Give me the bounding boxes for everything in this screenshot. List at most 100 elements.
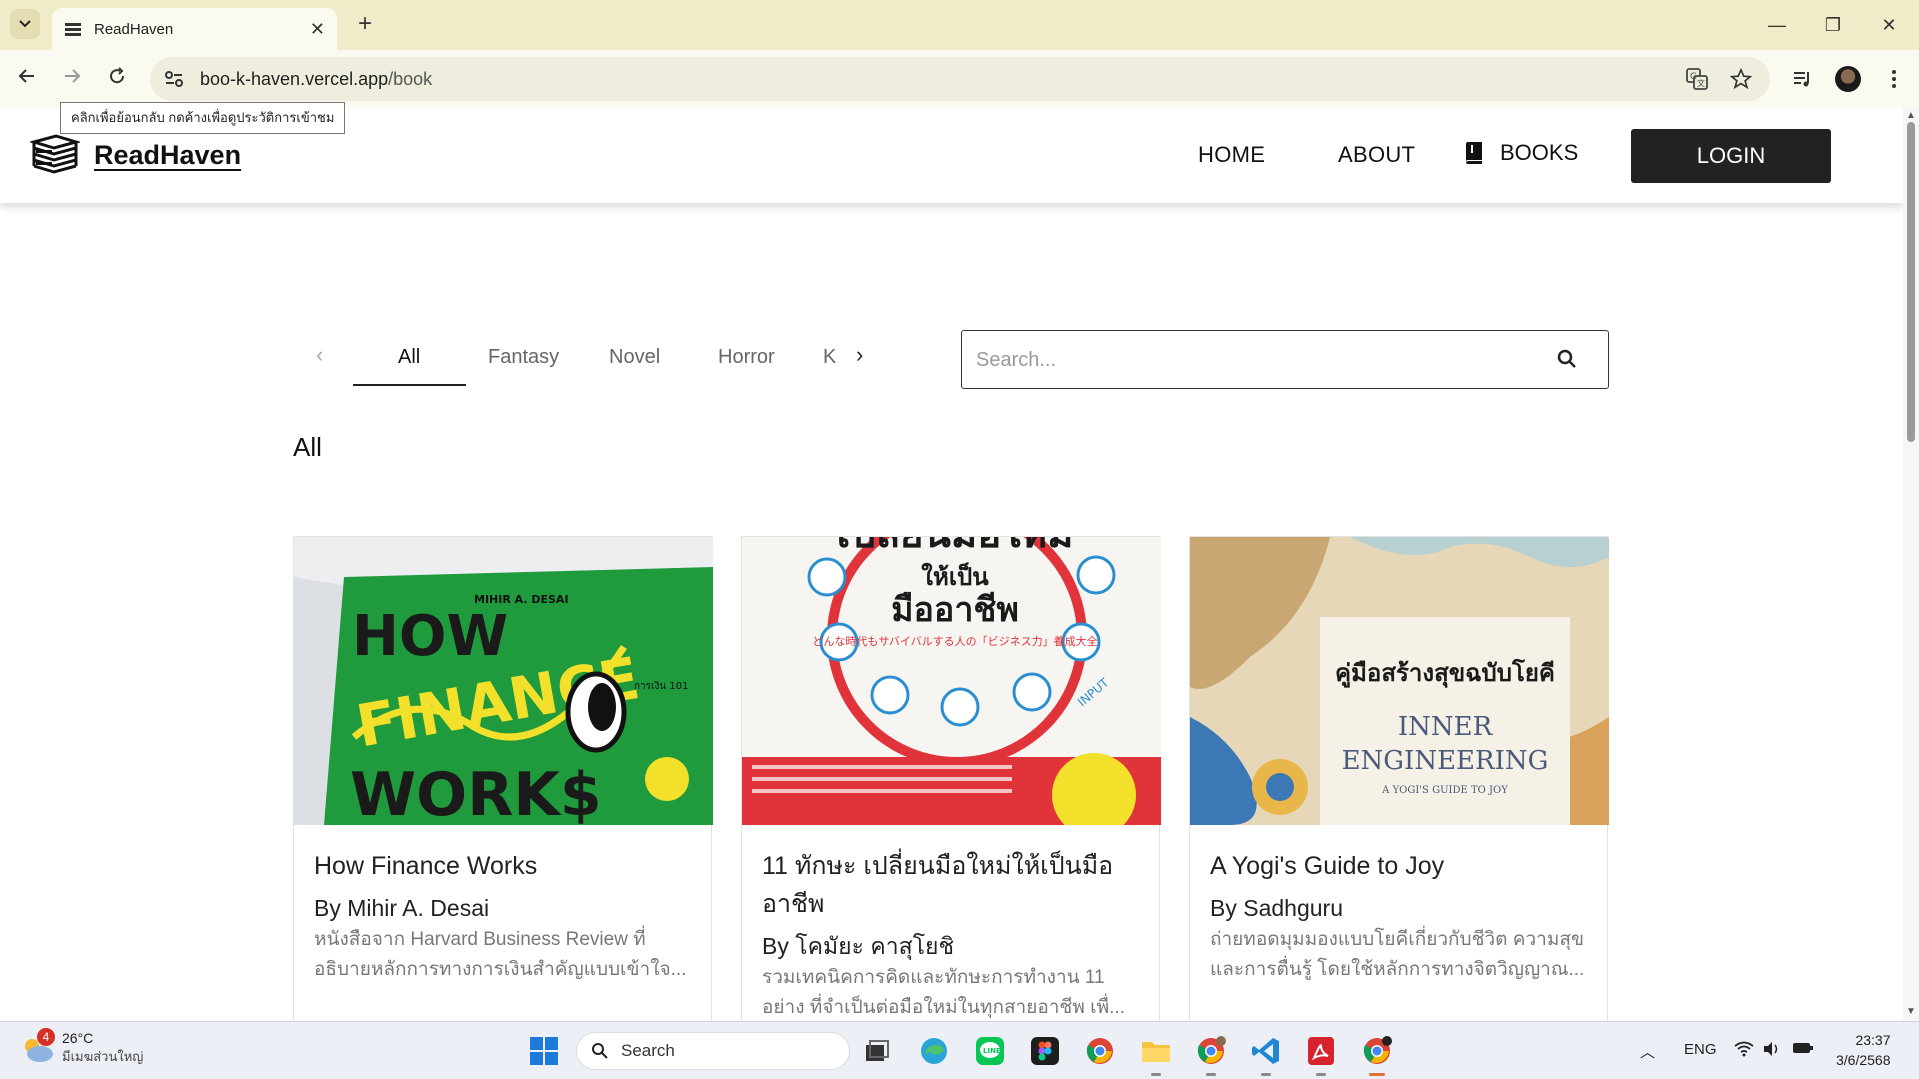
svg-text:どんな時代もサバイバルする人の「ビジネス力」養成大全: どんな時代もサバイバルする人の「ビジネス力」養成大全 <box>812 634 1097 648</box>
arrow-right-icon <box>65 69 81 83</box>
media-control-icon[interactable] <box>1785 62 1819 96</box>
nav-books-label: BOOKS <box>1500 140 1579 165</box>
book-title[interactable]: A Yogi's Guide to Joy <box>1210 847 1587 885</box>
page-scrollbar[interactable]: ▲ ▼ <box>1903 108 1919 1021</box>
reload-button[interactable] <box>100 62 134 96</box>
taskbar-search[interactable]: Search <box>576 1032 850 1070</box>
start-button[interactable] <box>527 1034 561 1068</box>
clock-time: 23:37 <box>1855 1032 1891 1048</box>
chrome-profile-icon[interactable] <box>1194 1034 1228 1076</box>
login-button[interactable]: LOGIN <box>1631 129 1831 183</box>
chevron-down-icon <box>19 20 31 28</box>
chrome-icon[interactable] <box>1083 1034 1117 1068</box>
tab-all[interactable]: All <box>398 346 420 369</box>
task-view-icon[interactable] <box>860 1034 894 1068</box>
weather-badge: 4 <box>37 1028 55 1046</box>
new-tab-button[interactable]: + <box>352 12 378 38</box>
books-icon <box>65 23 81 36</box>
close-tab-icon[interactable]: ✕ <box>310 19 325 40</box>
scroll-down-icon[interactable]: ▼ <box>1906 1006 1916 1017</box>
browser-menu-icon[interactable] <box>1877 62 1911 96</box>
book-stack-icon <box>30 134 80 174</box>
search-box <box>961 330 1609 389</box>
search-icon <box>592 1043 608 1059</box>
minimize-button[interactable]: — <box>1762 10 1792 40</box>
browser-tab[interactable]: ReadHaven ✕ <box>52 8 337 50</box>
tab-fantasy[interactable]: Fantasy <box>488 346 559 369</box>
wifi-icon[interactable] <box>1734 1041 1754 1061</box>
acrobat-icon[interactable] <box>1304 1034 1338 1076</box>
tab-k[interactable]: K <box>823 346 836 369</box>
system-clock[interactable]: 23:37 3/6/2568 <box>1836 1030 1891 1070</box>
scrollbar-thumb[interactable] <box>1907 122 1915 442</box>
svg-text:INNER: INNER <box>1398 712 1494 742</box>
book-card[interactable]: MIHIR A. DESAI HOW FINANCE WORK$ การเงิน… <box>293 536 713 1021</box>
svg-text:文: 文 <box>1697 78 1705 88</box>
reload-icon <box>110 67 125 84</box>
vscode-icon[interactable] <box>1249 1034 1283 1076</box>
back-button[interactable] <box>10 62 44 96</box>
search-input[interactable] <box>976 343 1536 377</box>
weather-location: มีเมฆส่วนใหญ่ <box>62 1049 144 1064</box>
book-description: หนังสือจาก Harvard Business Review ที่อธ… <box>314 929 687 980</box>
weather-temp: 26°C <box>62 1030 94 1046</box>
book-author: By Sadhguru <box>1210 895 1343 921</box>
book-icon <box>1466 142 1482 164</box>
svg-text:คู่มือสร้างสุขฉบับโยคี: คู่มือสร้างสุขฉบับโยคี <box>1335 658 1555 689</box>
logo-text: ReadHaven <box>94 139 242 170</box>
svg-text:WORK$: WORK$ <box>350 760 602 825</box>
arrow-left-icon <box>18 69 34 83</box>
volume-icon[interactable] <box>1762 1041 1782 1061</box>
svg-text:มืออาชีพ: มืออาชีพ <box>891 590 1019 630</box>
svg-text:ENGINEERING: ENGINEERING <box>1342 746 1549 776</box>
file-explorer-icon[interactable] <box>1139 1034 1173 1076</box>
language-indicator[interactable]: ENG <box>1684 1041 1717 1058</box>
site-logo[interactable]: ReadHaven <box>30 134 241 176</box>
book-description: ถ่ายทอดมุมมองแบบโยคีเกี่ยวกับชีวิต ความส… <box>1210 929 1585 980</box>
line-icon[interactable]: LINE <box>973 1034 1007 1068</box>
site-info-icon[interactable] <box>156 61 192 97</box>
battery-icon[interactable] <box>1792 1041 1814 1059</box>
profile-avatar[interactable] <box>1831 62 1865 96</box>
chevron-right-icon[interactable]: › <box>856 342 863 368</box>
book-card[interactable]: เปลี่ยนมือใหม่ ให้เป็น มืออาชีพ どんな時代もサバ… <box>741 536 1161 1021</box>
active-tab-indicator <box>353 384 466 386</box>
translate-icon[interactable]: G文 <box>1680 62 1714 96</box>
book-cover-image: คู่มือสร้างสุขฉบับโยคี INNER ENGINEERING… <box>1190 537 1609 825</box>
restore-button[interactable]: ❐ <box>1818 10 1848 40</box>
taskbar-search-label: Search <box>621 1041 675 1060</box>
search-icon[interactable] <box>1556 348 1578 370</box>
book-author: By โคมัยะ คาสุโยชิ <box>762 933 955 959</box>
category-tabs: ‹ All Fantasy Novel Horror K › <box>300 328 920 388</box>
nav-books[interactable]: BOOKS <box>1464 140 1578 166</box>
address-bar[interactable]: boo-k-haven.vercel.app/book G文 <box>150 57 1770 101</box>
close-window-button[interactable]: ✕ <box>1874 10 1904 40</box>
nav-home[interactable]: HOME <box>1198 142 1265 168</box>
book-cover-image: MIHIR A. DESAI HOW FINANCE WORK$ การเงิน… <box>294 537 713 825</box>
book-title[interactable]: 11 ทักษะ เปลี่ยนมือใหม่ให้เป็นมืออาชีพ <box>762 847 1139 923</box>
chevron-up-icon[interactable]: ︿ <box>1640 1041 1655 1062</box>
book-title[interactable]: How Finance Works <box>314 847 691 885</box>
svg-text:การเงิน 101: การเงิน 101 <box>634 681 688 692</box>
figma-icon[interactable] <box>1028 1034 1062 1068</box>
chevron-left-icon[interactable]: ‹ <box>316 342 323 368</box>
tab-horror[interactable]: Horror <box>718 346 775 369</box>
scroll-up-icon[interactable]: ▲ <box>1906 110 1916 121</box>
tab-search-button[interactable] <box>10 9 40 39</box>
forward-button[interactable] <box>55 62 89 96</box>
back-button-tooltip: คลิกเพื่อย้อนกลับ กดค้างเพื่อดูประวัติกา… <box>60 102 346 134</box>
page-viewport: ReadHaven HOME ABOUT BOOKS LOGIN ‹ All F… <box>0 108 1903 1021</box>
bookmark-star-icon[interactable] <box>1724 62 1758 96</box>
taskbar: 4 26°C มีเมฆส่วนใหญ่ Search LINE ︿ ENG 2… <box>0 1021 1919 1079</box>
book-card[interactable]: คู่มือสร้างสุขฉบับโยคี INNER ENGINEERING… <box>1189 536 1609 1021</box>
tab-novel[interactable]: Novel <box>609 346 660 369</box>
svg-text:HOW: HOW <box>352 604 508 669</box>
browser-titlebar: ReadHaven ✕ + — ❐ ✕ <box>0 0 1919 50</box>
tab-title: ReadHaven <box>94 20 174 38</box>
book-description: รวมเทคนิคการคิดและทักษะการทำงาน 11 อย่าง… <box>762 967 1125 1018</box>
nav-about[interactable]: ABOUT <box>1338 142 1415 168</box>
edge-icon[interactable] <box>917 1034 951 1068</box>
weather-widget[interactable]: 4 26°C มีเมฆส่วนใหญ่ <box>20 1028 144 1067</box>
book-author: By Mihir A. Desai <box>314 895 490 921</box>
chrome-active-icon[interactable] <box>1360 1034 1394 1076</box>
